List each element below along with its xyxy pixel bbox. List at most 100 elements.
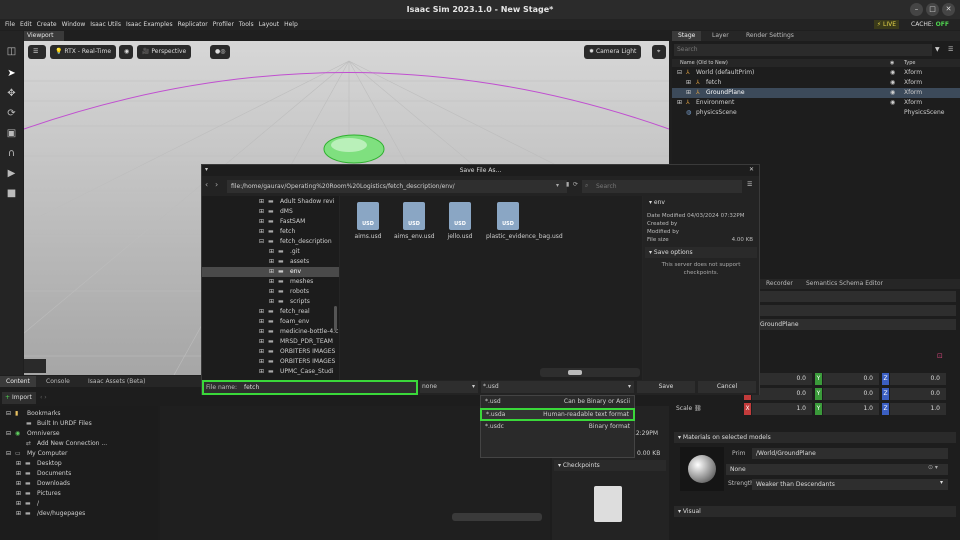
menu-isaac-examples[interactable]: Isaac Examples	[126, 19, 173, 30]
stage-row-world[interactable]: ⊟ ⅄ World (defaultPrim) ◉ Xform	[672, 68, 960, 78]
cancel-button[interactable]: Cancel	[698, 381, 756, 393]
file-item[interactable]: USD aims.usd	[348, 202, 388, 240]
dialog-close-icon[interactable]: ✕	[749, 166, 754, 173]
scale-x-field[interactable]: 1.0	[752, 403, 812, 415]
tree-folder[interactable]: ⊞ ▬ scripts	[202, 297, 339, 307]
tree-built-in-urdf[interactable]: ▬ Built In URDF Files	[0, 419, 158, 429]
tree-folder[interactable]: ⊞ ▬ dMS	[202, 207, 339, 217]
file-item[interactable]: USD plastic_evidence_bag.usd	[486, 202, 563, 240]
prop-field[interactable]	[760, 305, 956, 316]
menu-layout[interactable]: Layout	[259, 19, 279, 30]
tree-folder[interactable]: ⊞ ▬ ORBITERS IMAGES	[202, 347, 339, 357]
rotate-x-field[interactable]: 0.0	[752, 388, 812, 400]
visual-header[interactable]: ▾ Visual	[674, 506, 956, 517]
menu-replicator[interactable]: Replicator	[178, 19, 208, 30]
file-item[interactable]: USD aims_env.usd	[394, 202, 435, 240]
menu-profiler[interactable]: Profiler	[213, 19, 234, 30]
tree-bookmarks[interactable]: ⊟ ▮ Bookmarks	[0, 409, 158, 419]
import-button[interactable]: + Import	[2, 392, 36, 404]
capture-icon[interactable]: ●◎	[210, 45, 230, 59]
menu-create[interactable]: Create	[37, 19, 57, 30]
render-mode-button[interactable]: 💡 RTX - Real-Time	[50, 45, 117, 59]
tree-pictures[interactable]: ⊞ ▬ Pictures	[0, 489, 158, 499]
close-icon[interactable]: ✕	[942, 3, 955, 16]
path-input[interactable]: file:/home/gaurav/Operating%20Room%20Log…	[227, 180, 567, 193]
bookmark-icon[interactable]: ▮	[566, 181, 569, 188]
tab-stage[interactable]: Stage	[672, 31, 702, 41]
filter-select[interactable]: none ▾	[420, 381, 478, 393]
eye-icon[interactable]: ◉	[119, 45, 133, 59]
menu-tools[interactable]: Tools	[239, 19, 254, 30]
tab-isaac-assets[interactable]: Isaac Assets (Beta)	[82, 376, 151, 387]
tree-root[interactable]: ⊞ ▬ /	[0, 499, 158, 509]
snap-icon[interactable]: ∩	[5, 147, 18, 160]
move-icon[interactable]: ✥	[5, 87, 18, 100]
extension-select[interactable]: *.usd ▾	[481, 381, 634, 393]
save-button[interactable]: Save	[637, 381, 695, 393]
rotate-z-field[interactable]: 0.0	[890, 388, 946, 400]
maximize-icon[interactable]: □	[926, 3, 939, 16]
tree-folder[interactable]: ⊞ ▬ Adult Shadow revi	[202, 197, 339, 207]
menu-edit[interactable]: Edit	[20, 19, 32, 30]
file-item[interactable]: USD jello.usd	[440, 202, 480, 240]
path-dropdown-icon[interactable]: ▾	[556, 182, 559, 189]
tree-folder[interactable]: ⊞ ▬ fetch_real	[202, 307, 339, 317]
tab-console[interactable]: Console	[40, 376, 76, 387]
tab-content[interactable]: Content	[0, 376, 36, 387]
link-icon[interactable]: ⛓	[694, 405, 702, 412]
tab-recorder[interactable]: Recorder	[760, 279, 799, 289]
forward-icon[interactable]: ›	[215, 180, 218, 189]
stage-search-input[interactable]: Search	[674, 44, 932, 56]
select-icon[interactable]: ◫	[5, 45, 18, 58]
camera-light-button[interactable]: ✹ Camera Light	[584, 45, 642, 59]
tree-documents[interactable]: ⊞ ▬ Documents	[0, 469, 158, 479]
dialog-search-input[interactable]: Search	[582, 180, 742, 193]
camera-button[interactable]: 🎥 Perspective	[137, 45, 192, 59]
nav-arrows-icon[interactable]: ‹ ›	[40, 392, 60, 404]
material-options-icon[interactable]: ⊙ ▾	[928, 464, 938, 471]
scale-z-field[interactable]: 1.0	[890, 403, 946, 415]
collapse-icon[interactable]: ▾	[205, 166, 208, 173]
scale-icon[interactable]: ▣	[5, 127, 18, 140]
tree-downloads[interactable]: ⊞ ▬ Downloads	[0, 479, 158, 489]
col-name-header[interactable]: Name (Old to New)	[680, 59, 728, 67]
tab-semantics-schema-editor[interactable]: Semantics Schema Editor	[800, 279, 889, 289]
viewport-settings-icon[interactable]: ☰	[28, 45, 46, 59]
tree-folder[interactable]: ⊞ ▬ medicine-bottle-4.c	[202, 327, 339, 337]
minimize-icon[interactable]: –	[910, 3, 923, 16]
visibility-icon[interactable]: ◉	[890, 98, 895, 108]
prop-field[interactable]	[760, 291, 956, 302]
menu-help[interactable]: Help	[284, 19, 298, 30]
stop-icon[interactable]: ■	[5, 187, 18, 200]
info-folder-header[interactable]: ▾ env	[649, 199, 665, 206]
stage-row-environment[interactable]: ⊞ ⅄ Environment ◉ Xform	[672, 98, 960, 108]
dropdown-option-usdc[interactable]: *.usdc Binary format	[481, 421, 634, 432]
translate-z-field[interactable]: 0.0	[890, 373, 946, 385]
tree-folder[interactable]: ⊞ ▬ meshes	[202, 277, 339, 287]
tree-folder[interactable]: ⊞ ▬ assets	[202, 257, 339, 267]
tree-folder[interactable]: ⊞ ▬ robots	[202, 287, 339, 297]
prim-name-field[interactable]: GroundPlane	[760, 319, 956, 330]
tree-folder[interactable]: ⊞ ▬ .git	[202, 247, 339, 257]
stage-row-fetch[interactable]: ⊞ ⅄ fetch ◉ Xform	[672, 78, 960, 88]
tab-layer[interactable]: Layer	[706, 31, 735, 41]
material-select[interactable]: None	[726, 464, 948, 475]
file-name-field[interactable]: File name: fetch	[202, 380, 418, 395]
visibility-icon[interactable]: ◉	[890, 88, 895, 98]
dropdown-option-usd[interactable]: *.usd Can be Binary or Ascii	[481, 396, 634, 407]
stage-row-groundplane[interactable]: ⊞ ⅄ GroundPlane ◉ Xform	[672, 88, 960, 98]
viewport-tab[interactable]: Viewport	[24, 31, 64, 41]
tree-folder[interactable]: ⊟ ▬ fetch_description	[202, 237, 339, 247]
prim-path-field[interactable]: /World/GroundPlane	[752, 448, 948, 459]
tree-scrollbar[interactable]	[334, 306, 337, 331]
visibility-icon[interactable]: ◉	[890, 78, 895, 88]
col-type-header[interactable]: Type	[904, 59, 915, 67]
menu-window[interactable]: Window	[62, 19, 86, 30]
dialog-menu-icon[interactable]: ☰	[747, 181, 752, 188]
transform-icon[interactable]: ⊡	[937, 352, 943, 360]
zoom-slider[interactable]	[452, 513, 542, 521]
save-options-header[interactable]: ▾ Save options	[645, 247, 757, 258]
tree-folder-selected[interactable]: ⊞ ▬ env	[202, 267, 339, 277]
tree-folder[interactable]: ⊞ ▬ UPMC_Case_Studi	[202, 367, 339, 377]
stage-menu-icon[interactable]: ☰	[948, 44, 958, 56]
